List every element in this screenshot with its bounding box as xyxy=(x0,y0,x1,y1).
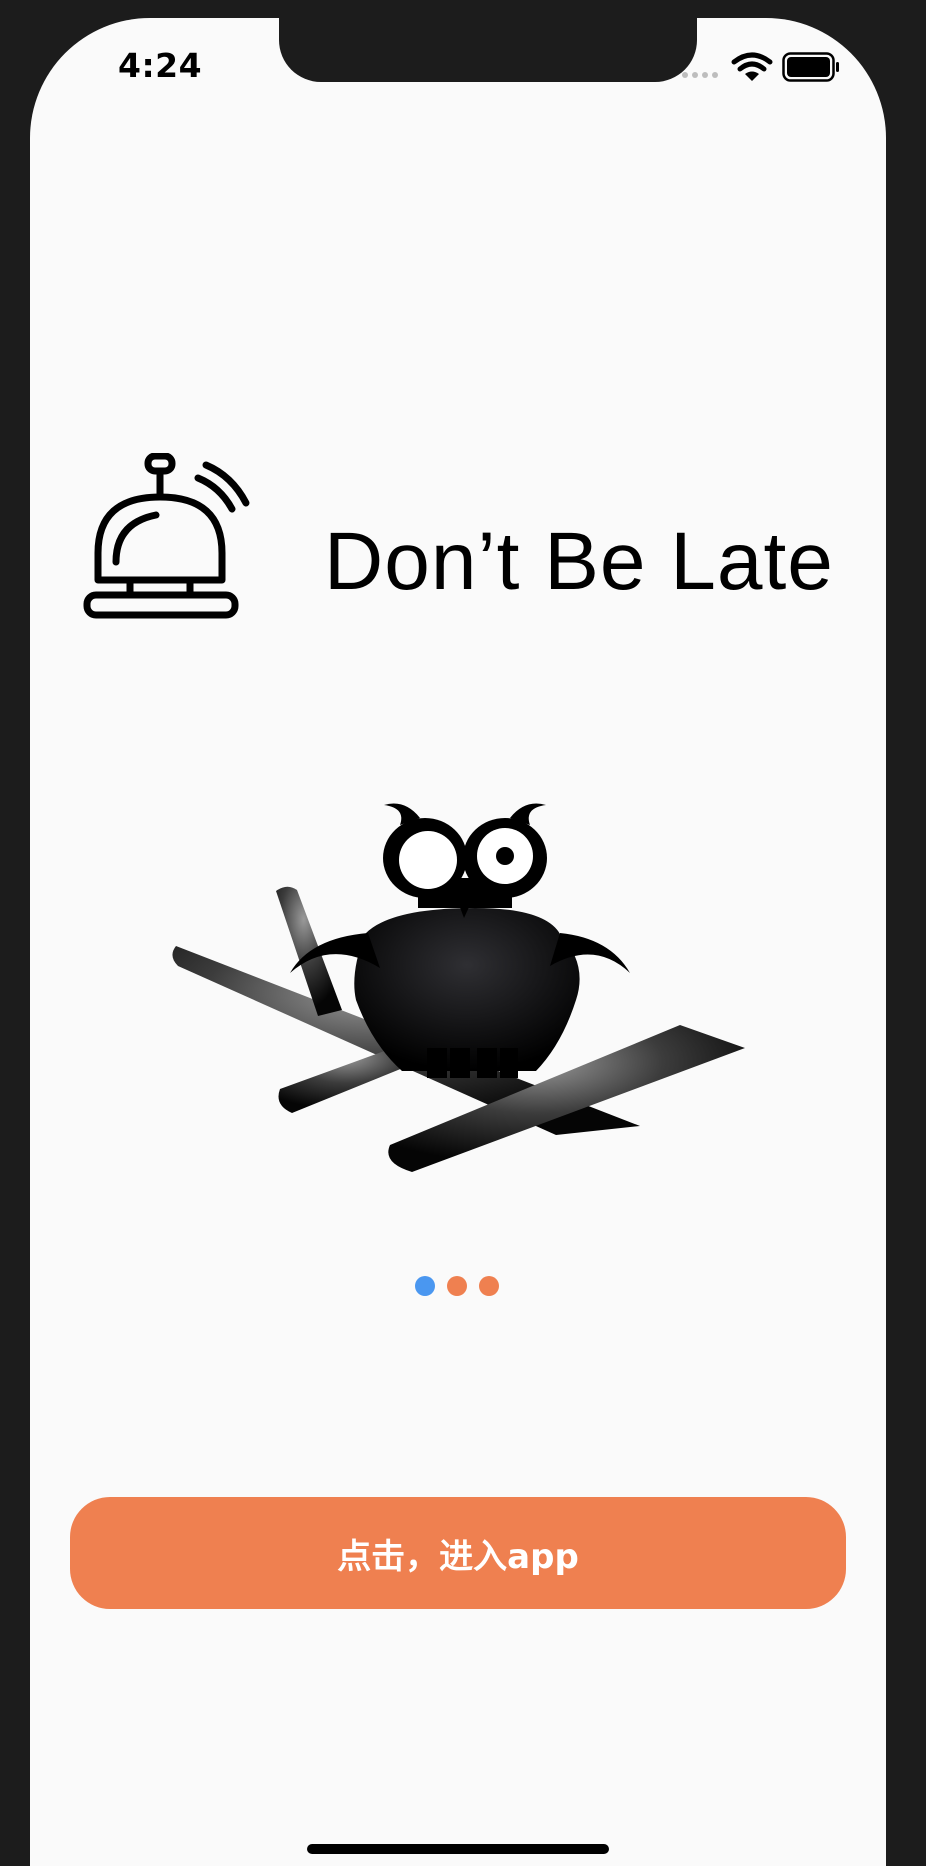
battery-icon xyxy=(782,52,839,82)
page-dot[interactable] xyxy=(447,1276,467,1296)
service-bell-icon xyxy=(83,453,250,619)
hero-header: Don’t Be Late xyxy=(80,433,860,643)
page-dot[interactable] xyxy=(479,1276,499,1296)
page-dot-active[interactable] xyxy=(415,1276,435,1296)
device-notch xyxy=(279,18,697,82)
app-screen: 4:24 Don’t Be Late 点击，进入app xyxy=(30,18,886,1866)
page-indicator xyxy=(415,1276,499,1296)
enter-app-button[interactable]: 点击，进入app xyxy=(70,1497,846,1609)
signal-dots-icon xyxy=(682,72,718,78)
wifi-icon xyxy=(731,52,773,81)
home-indicator[interactable] xyxy=(307,1844,609,1854)
app-title: Don’t Be Late xyxy=(324,516,834,607)
status-bar-time: 4:24 xyxy=(118,46,203,85)
owl-on-branch-illustration xyxy=(172,803,745,1172)
